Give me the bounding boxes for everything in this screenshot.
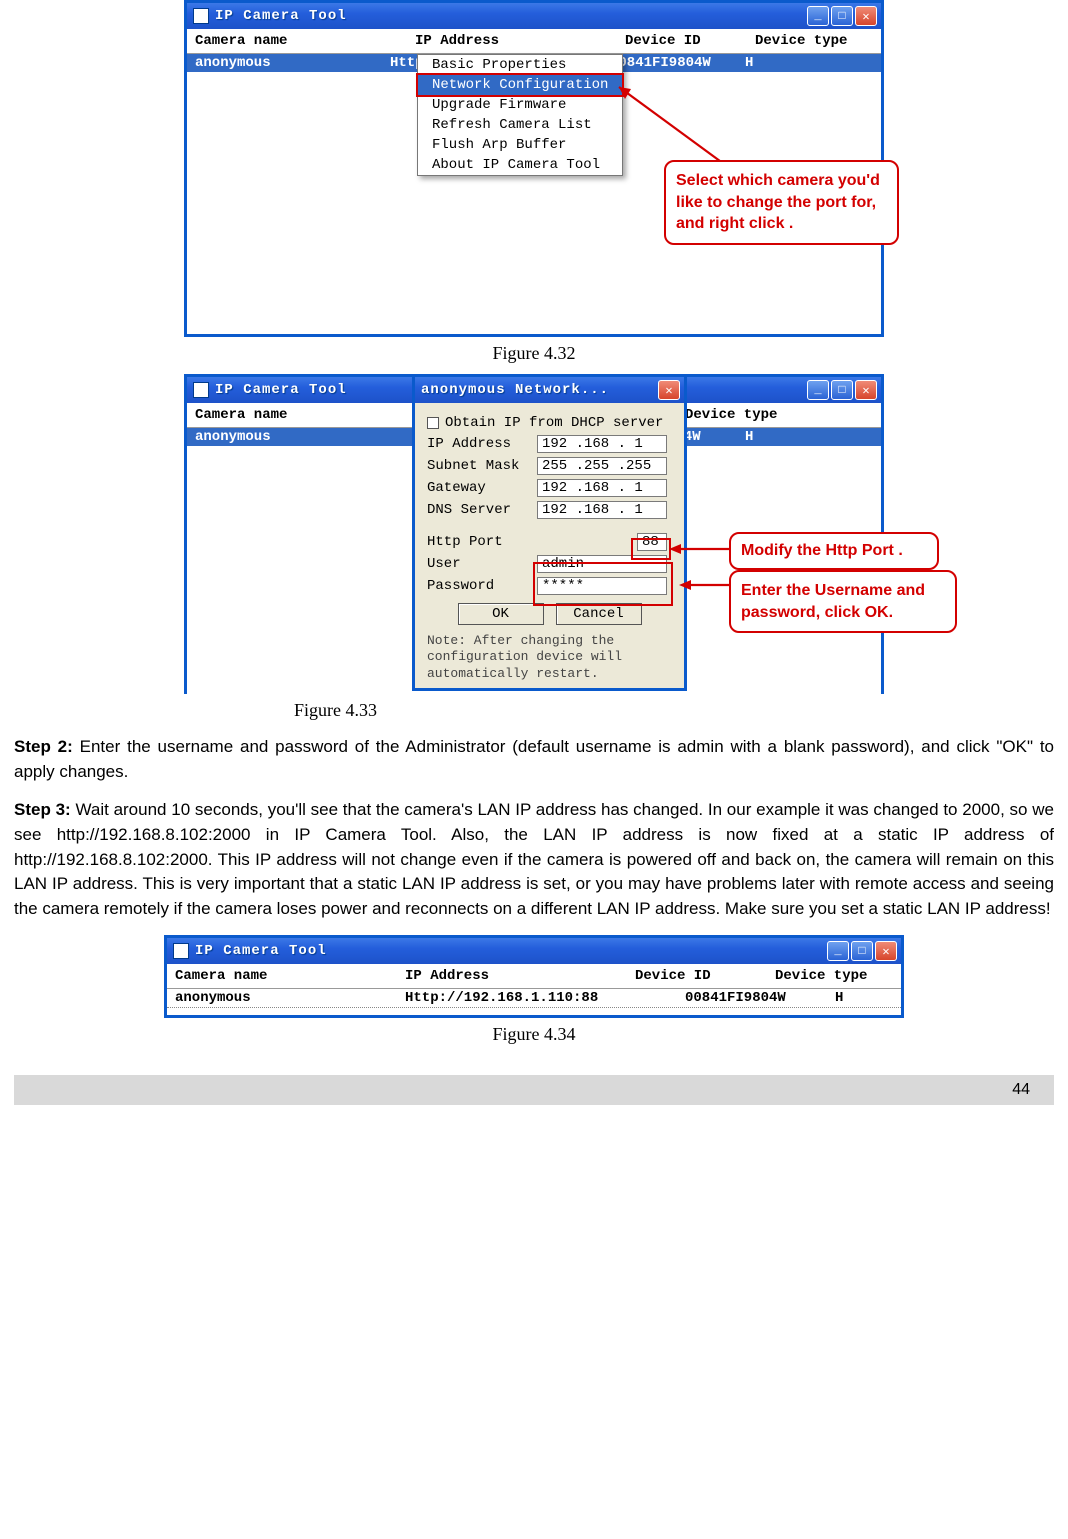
app-icon — [173, 943, 189, 959]
col-camera-name: Camera name — [195, 33, 415, 49]
maximize-button[interactable]: □ — [831, 380, 853, 400]
step-2-body: Enter the username and password of the A… — [14, 737, 1054, 781]
menu-flush-arp-buffer[interactable]: Flush Arp Buffer — [418, 135, 622, 155]
col-device-type: Device type — [685, 407, 777, 423]
cell-device-type: H — [745, 429, 753, 445]
minimize-button[interactable]: _ — [807, 6, 829, 26]
maximize-button[interactable]: □ — [851, 941, 873, 961]
dialog-note: Note: After changing the configuration d… — [427, 633, 672, 682]
subnet-input[interactable] — [537, 457, 667, 475]
ip-input[interactable] — [537, 435, 667, 453]
app-icon — [193, 8, 209, 24]
window-title: IP Camera Tool — [195, 943, 327, 959]
page-number: 44 — [1012, 1081, 1030, 1099]
col-device-type: Device type — [775, 968, 867, 984]
context-menu[interactable]: Basic Properties Network Configuration U… — [417, 54, 623, 176]
cell-device-type: H — [745, 55, 753, 71]
cell-camera-name: anonymous — [175, 990, 405, 1006]
menu-network-configuration[interactable]: Network Configuration — [416, 73, 624, 97]
step-2-label: Step 2: — [14, 737, 73, 756]
highlight-credentials — [533, 562, 673, 606]
camera-row[interactable]: anonymous Http://192.168.1.110:88 00841F… — [167, 989, 901, 1008]
figure-caption-2: Figure 4.33 — [294, 700, 1054, 721]
subnet-label: Subnet Mask — [427, 458, 537, 474]
dialog-close-button[interactable]: ✕ — [658, 380, 680, 400]
window-title: IP Camera Tool — [215, 382, 347, 398]
dhcp-checkbox[interactable] — [427, 417, 439, 429]
cell-device-id: 00841FI9804W — [610, 55, 745, 71]
col-ip: IP Address — [405, 968, 635, 984]
col-device-id: Device ID — [635, 968, 775, 984]
col-device-type: Device type — [755, 33, 847, 49]
minimize-button[interactable]: _ — [807, 380, 829, 400]
dialog-titlebar[interactable]: anonymous Network... ✕ — [415, 377, 684, 403]
menu-refresh-camera-list[interactable]: Refresh Camera List — [418, 115, 622, 135]
col-camera-name: Camera name — [195, 407, 415, 423]
figure-caption-3: Figure 4.34 — [14, 1024, 1054, 1045]
cell-ip: Http://192.168.1.110:88 — [405, 990, 685, 1006]
menu-about[interactable]: About IP Camera Tool — [418, 155, 622, 175]
dialog-title: anonymous Network... — [421, 382, 609, 398]
highlight-port — [631, 538, 671, 560]
ip-label: IP Address — [427, 436, 537, 452]
cell-device-type: H — [835, 990, 843, 1006]
step-3-text: Step 3: Wait around 10 seconds, you'll s… — [14, 798, 1054, 921]
cell-device-id: 00841FI9804W — [685, 990, 835, 1006]
col-camera-name: Camera name — [175, 968, 405, 984]
column-headers: Camera name IP Address Device ID Device … — [187, 29, 881, 54]
gateway-input[interactable] — [537, 479, 667, 497]
menu-upgrade-firmware[interactable]: Upgrade Firmware — [418, 95, 622, 115]
password-label: Password — [427, 578, 537, 594]
gateway-label: Gateway — [427, 480, 537, 496]
titlebar[interactable]: IP Camera Tool _ □ ✕ — [187, 3, 881, 29]
close-button[interactable]: ✕ — [855, 6, 877, 26]
callout-http-port: Modify the Http Port . — [729, 532, 939, 570]
callout-credentials: Enter the Username and password, click O… — [729, 570, 957, 633]
col-ip: IP Address — [415, 33, 625, 49]
maximize-button[interactable]: □ — [831, 6, 853, 26]
column-headers: Camera name IP Address Device ID Device … — [167, 964, 901, 989]
minimize-button[interactable]: _ — [827, 941, 849, 961]
col-device-id: Device ID — [625, 33, 755, 49]
page-footer: 44 — [14, 1075, 1054, 1105]
app-icon — [193, 382, 209, 398]
menu-basic-properties[interactable]: Basic Properties — [418, 55, 622, 75]
step-2-text: Step 2: Enter the username and password … — [14, 735, 1054, 784]
dhcp-label: Obtain IP from DHCP server — [445, 415, 663, 431]
network-config-dialog: anonymous Network... ✕ Obtain IP from DH… — [412, 374, 687, 691]
window-title: IP Camera Tool — [215, 8, 347, 24]
http-port-label: Http Port — [427, 534, 537, 550]
figure-caption-1: Figure 4.32 — [14, 343, 1054, 364]
camera-list[interactable]: anonymous Http://192.168.1.110:88 00841F… — [167, 989, 901, 1015]
close-button[interactable]: ✕ — [855, 380, 877, 400]
step-3-body: Wait around 10 seconds, you'll see that … — [14, 800, 1054, 918]
titlebar[interactable]: IP Camera Tool _ □ ✕ — [167, 938, 901, 964]
user-label: User — [427, 556, 537, 572]
cell-camera-name: anonymous — [195, 55, 390, 71]
ok-button[interactable]: OK — [458, 603, 544, 625]
cancel-button[interactable]: Cancel — [556, 603, 642, 625]
ip-camera-tool-window-3: IP Camera Tool _ □ ✕ Camera name IP Addr… — [164, 935, 904, 1018]
close-button[interactable]: ✕ — [875, 941, 897, 961]
dns-label: DNS Server — [427, 502, 537, 518]
dns-input[interactable] — [537, 501, 667, 519]
step-3-label: Step 3: — [14, 800, 71, 819]
callout-select-camera: Select which camera you'd like to change… — [664, 160, 899, 245]
